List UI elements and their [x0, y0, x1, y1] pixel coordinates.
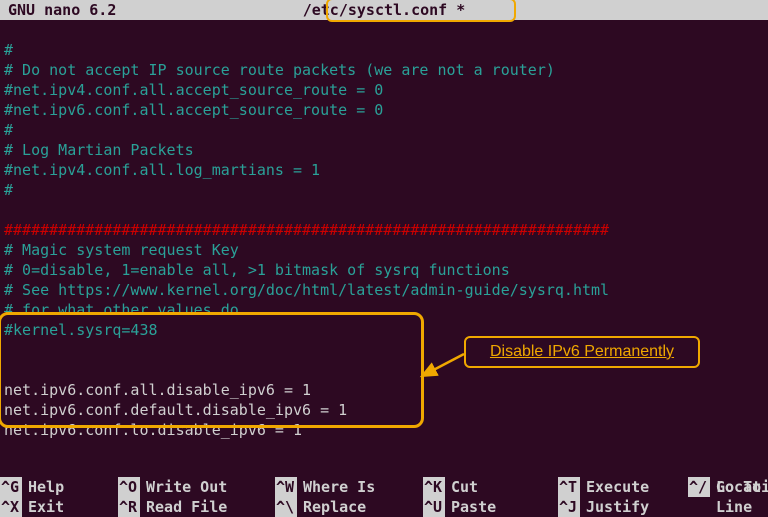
line: # [4, 181, 13, 199]
line: #kernel.sysrq=438 [4, 321, 158, 339]
shortcut-cut[interactable]: ^K Cut [423, 477, 558, 497]
shortcut-key: ^O [118, 477, 140, 497]
shortcut-row: ^G Help ^O Write Out ^W Where Is ^K Cut ^T Ex… [0, 477, 768, 497]
line: #net.ipv4.conf.all.accept_source_route =… [4, 81, 383, 99]
shortcut-label: Replace [303, 497, 366, 517]
shortcut-label: Justify [586, 497, 649, 517]
file-name: /etc/sysctl.conf * [303, 0, 466, 20]
shortcut-key: ^T [558, 477, 580, 497]
annotation-callout: Disable IPv6 Permanently [464, 336, 700, 368]
shortcut-exit[interactable]: ^X Exit [0, 497, 118, 517]
line: # Do not accept IP source route packets … [4, 61, 555, 79]
line: # 0=disable, 1=enable all, >1 bitmask of… [4, 261, 510, 279]
line: # Magic system request Key [4, 241, 239, 259]
annotation-callout-text: Disable IPv6 Permanently [490, 342, 674, 362]
shortcut-label: Exit [28, 497, 64, 517]
editor-content[interactable]: # # Do not accept IP source route packet… [0, 20, 768, 460]
line: #net.ipv6.conf.all.accept_source_route =… [4, 101, 383, 119]
shortcut-writeout[interactable]: ^O Write Out [118, 477, 275, 497]
shortcut-label: Go To Line [716, 477, 768, 517]
shortcut-paste[interactable]: ^U Paste [423, 497, 558, 517]
shortcut-key: ^R [118, 497, 140, 517]
line-disable-ipv6: net.ipv6.conf.all.disable_ipv6 = 1 [4, 381, 311, 399]
shortcut-key: ^K [423, 477, 445, 497]
shortcut-label: Write Out [146, 477, 227, 497]
shortcut-readfile[interactable]: ^R Read File [118, 497, 275, 517]
shortcut-replace[interactable]: ^\ Replace [275, 497, 423, 517]
line: # Log Martian Packets [4, 141, 194, 159]
line-hash-divider: ########################################… [4, 221, 609, 239]
line: # for what other values do [4, 301, 239, 319]
shortcut-key: ^X [0, 497, 22, 517]
shortcut-key: ^G [0, 477, 22, 497]
line: # [4, 41, 13, 59]
shortcut-key: ^/ [688, 477, 710, 497]
shortcut-label: Read File [146, 497, 227, 517]
line: #net.ipv4.conf.all.log_martians = 1 [4, 161, 320, 179]
shortcut-key: ^U [423, 497, 445, 517]
shortcut-gotoline[interactable]: ^/ Go To Line [688, 477, 768, 517]
shortcut-label: Paste [451, 497, 496, 517]
shortcut-label: Help [28, 477, 64, 497]
line: # [4, 121, 13, 139]
shortcut-key: ^\ [275, 497, 297, 517]
line-disable-ipv6: net.ipv6.conf.default.disable_ipv6 = 1 [4, 401, 347, 419]
terminal-screen: GNU nano 6.2 /etc/sysctl.conf * # # Do n… [0, 0, 768, 517]
shortcut-label: Where Is [303, 477, 375, 497]
shortcut-execute[interactable]: ^T Execute [558, 477, 688, 497]
shortcut-row: ^X Exit ^R Read File ^\ Replace ^U Paste ^J J… [0, 497, 768, 517]
line-disable-ipv6: net.ipv6.conf.lo.disable_ipv6 = 1 [4, 421, 302, 439]
shortcut-key: ^J [558, 497, 580, 517]
shortcut-key: ^W [275, 477, 297, 497]
app-name: GNU nano 6.2 [8, 0, 116, 20]
nano-titlebar: GNU nano 6.2 /etc/sysctl.conf * [0, 0, 768, 20]
nano-shortcut-bar: ^G Help ^O Write Out ^W Where Is ^K Cut ^T Ex… [0, 477, 768, 517]
shortcut-label: Cut [451, 477, 478, 497]
shortcut-help[interactable]: ^G Help [0, 477, 118, 497]
shortcut-justify[interactable]: ^J Justify [558, 497, 688, 517]
shortcut-label: Execute [586, 477, 649, 497]
line: # See https://www.kernel.org/doc/html/la… [4, 281, 609, 299]
shortcut-whereis[interactable]: ^W Where Is [275, 477, 423, 497]
